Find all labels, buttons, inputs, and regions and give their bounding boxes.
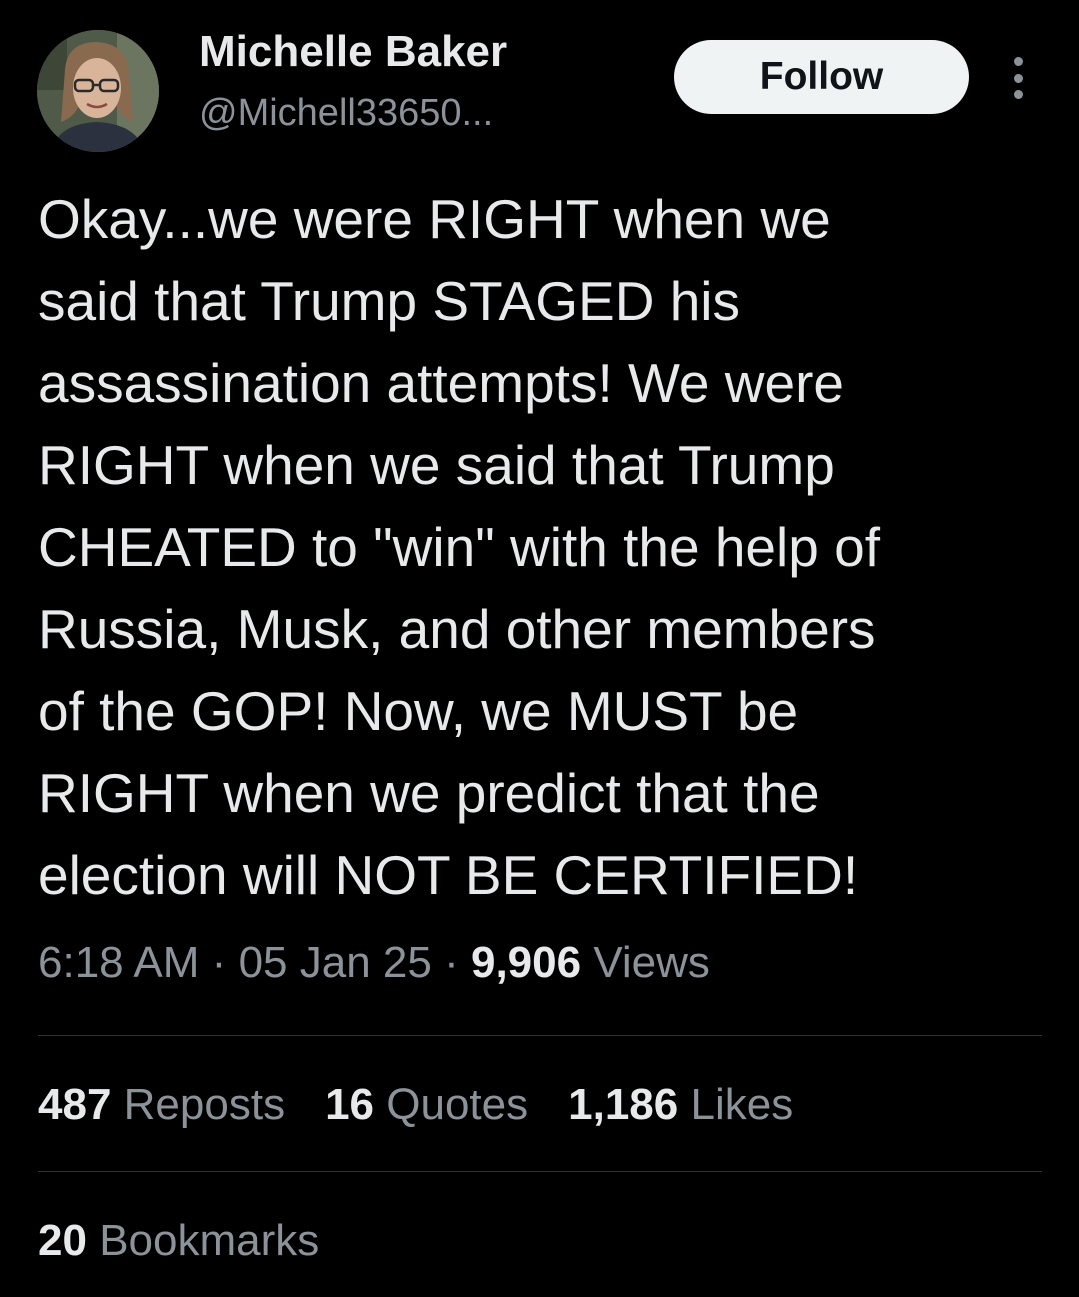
reposts-count: 487: [38, 1080, 112, 1129]
more-options-icon[interactable]: [1004, 57, 1032, 99]
more-dot: [1013, 57, 1023, 66]
likes-stat[interactable]: 1,186 Likes: [568, 1080, 793, 1130]
more-dot: [1013, 73, 1023, 83]
avatar-photo: [37, 30, 159, 152]
tweet-detail-page: Michelle Baker @Michell33650... Follow O…: [0, 0, 1079, 1297]
author-display-name[interactable]: Michelle Baker: [199, 27, 507, 77]
bookmarks-count: 20: [38, 1216, 87, 1265]
tweet-date[interactable]: 05 Jan 25: [239, 938, 432, 987]
author-handle[interactable]: @Michell33650...: [199, 92, 493, 135]
avatar[interactable]: [37, 30, 159, 152]
quotes-label: Quotes: [386, 1080, 529, 1129]
tweet-meta: 6:18 AM · 05 Jan 25 · 9,906 Views: [38, 938, 710, 988]
bookmarks-stat[interactable]: 20 Bookmarks: [38, 1216, 319, 1266]
meta-separator: ·: [444, 938, 459, 987]
likes-label: Likes: [690, 1080, 794, 1129]
follow-button[interactable]: Follow: [674, 40, 969, 114]
reposts-label: Reposts: [123, 1080, 286, 1129]
likes-count: 1,186: [568, 1080, 679, 1129]
engagement-stats: 487 Reposts 16 Quotes 1,186 Likes: [38, 1080, 793, 1130]
meta-separator: ·: [211, 938, 227, 987]
more-dot: [1013, 90, 1023, 99]
reposts-stat[interactable]: 487 Reposts: [38, 1080, 285, 1130]
bookmarks-label: Bookmarks: [99, 1216, 320, 1265]
tweet-time[interactable]: 6:18 AM: [38, 938, 199, 987]
views-label: Views: [593, 938, 710, 987]
divider: [38, 1171, 1042, 1172]
divider: [38, 1035, 1042, 1036]
quotes-stat[interactable]: 16 Quotes: [325, 1080, 528, 1130]
tweet-text: Okay...we were RIGHT when we said that T…: [38, 188, 880, 906]
quotes-count: 16: [325, 1080, 375, 1129]
views-count: 9,906: [470, 938, 582, 987]
